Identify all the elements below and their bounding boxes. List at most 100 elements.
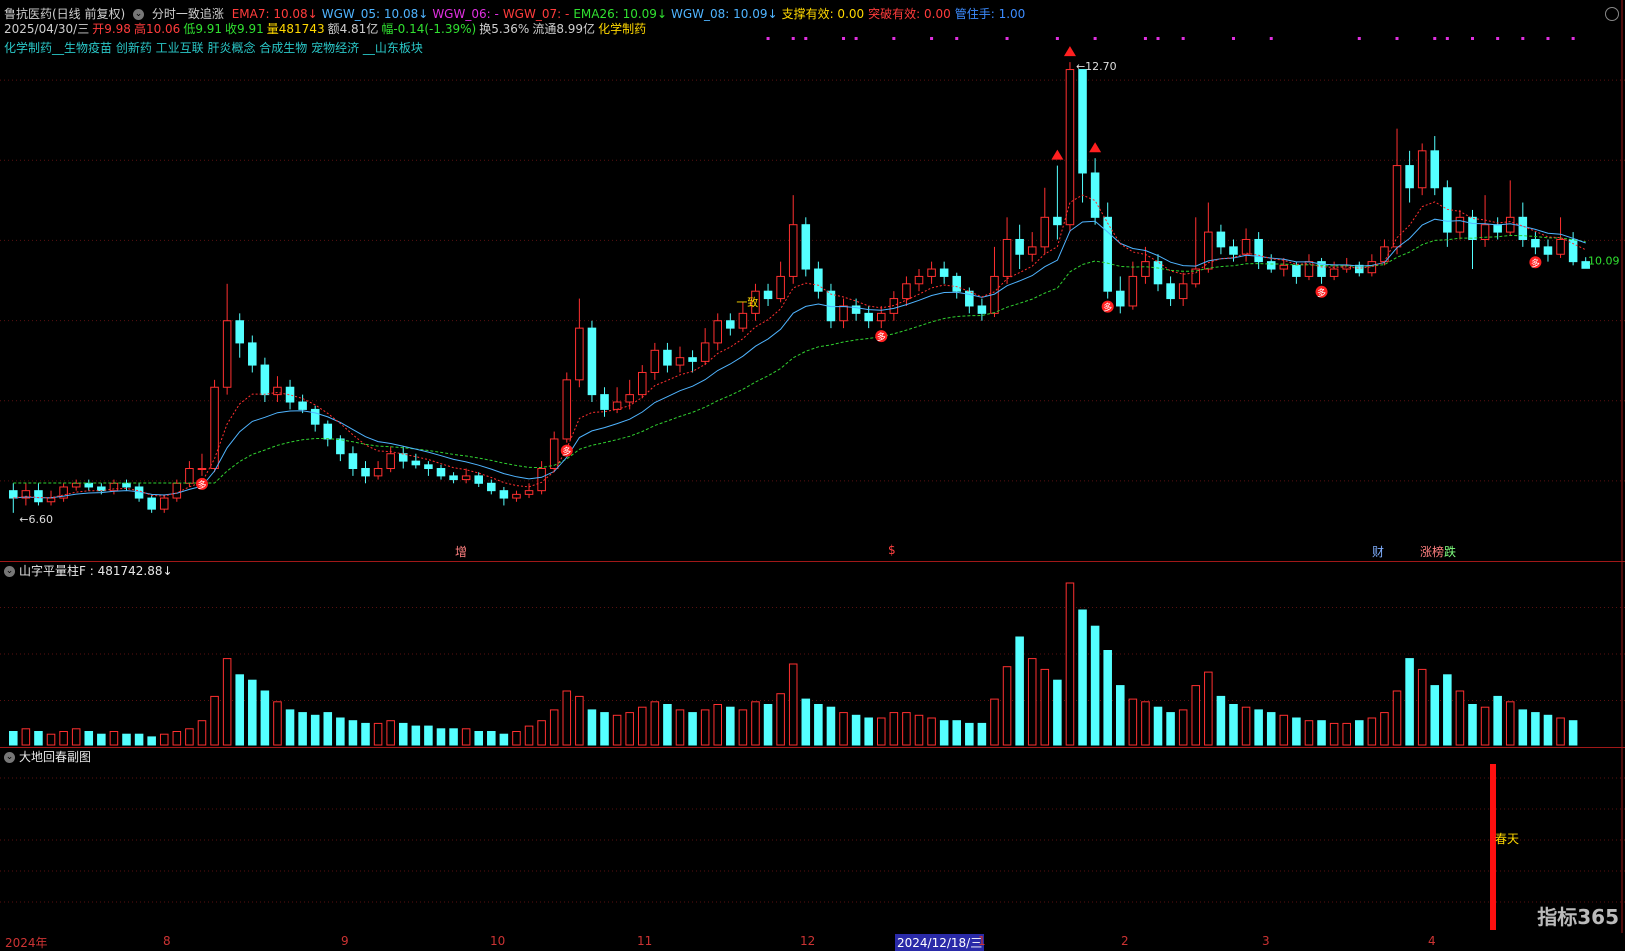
quote-field-8: 换5.36% bbox=[479, 22, 530, 36]
indicator-value-6: 支撑有效: 0.00 bbox=[781, 7, 865, 21]
volume-bar bbox=[1128, 698, 1138, 746]
volume-bar bbox=[298, 712, 307, 746]
candle-body bbox=[147, 497, 156, 510]
volume-bar bbox=[84, 731, 94, 746]
candle bbox=[1178, 272, 1188, 306]
formula-name[interactable]: 分时一致追涨 bbox=[152, 7, 224, 21]
candle bbox=[1355, 261, 1364, 277]
candle-body bbox=[1266, 261, 1276, 270]
signal-dot bbox=[1055, 37, 1059, 40]
candle-body bbox=[675, 357, 685, 366]
indicator-value-7: 突破有效: 0.00 bbox=[868, 7, 951, 21]
candle bbox=[248, 335, 257, 373]
volume-bar bbox=[159, 733, 169, 746]
candle-body bbox=[222, 320, 232, 388]
signal-dot bbox=[892, 37, 896, 40]
candle-body bbox=[1166, 283, 1175, 300]
volume-bar bbox=[1002, 666, 1012, 746]
time-tick-label: 10 bbox=[490, 934, 506, 948]
candle-body bbox=[1556, 238, 1565, 255]
candle bbox=[109, 479, 119, 495]
stock-name[interactable]: 鲁抗医药(日线 前复权) bbox=[4, 7, 125, 21]
volume-bar bbox=[1443, 674, 1452, 746]
chevron-circle-icon[interactable]: ⌄ bbox=[4, 752, 15, 763]
candle bbox=[1317, 257, 1326, 284]
candle-body bbox=[700, 342, 710, 362]
candle bbox=[373, 461, 383, 480]
candle bbox=[675, 346, 685, 373]
chevron-circle-icon[interactable]: ⌄ bbox=[133, 9, 145, 20]
candle-body bbox=[1405, 165, 1414, 189]
volume-bar bbox=[310, 714, 320, 746]
candle-body bbox=[1103, 216, 1112, 292]
candle-body bbox=[197, 468, 207, 471]
candle-body bbox=[1178, 283, 1188, 300]
event-label-2: 财 bbox=[1372, 545, 1385, 559]
candle-body bbox=[776, 275, 785, 300]
volume-bar bbox=[1493, 695, 1502, 746]
candle-body bbox=[927, 268, 936, 277]
candle bbox=[159, 494, 169, 513]
candle bbox=[575, 298, 584, 388]
candle bbox=[839, 298, 848, 329]
candle-body bbox=[902, 283, 911, 300]
candle-body bbox=[1417, 150, 1427, 189]
candle-body bbox=[235, 320, 244, 344]
candle-body bbox=[864, 312, 873, 322]
candle bbox=[939, 261, 949, 284]
candle-body bbox=[1128, 275, 1138, 307]
signal-dot bbox=[1470, 37, 1474, 40]
candle-body bbox=[310, 408, 320, 425]
candle-body bbox=[436, 468, 446, 477]
candle-body bbox=[1027, 246, 1037, 255]
candle bbox=[84, 479, 94, 491]
volume-chart bbox=[0, 561, 1625, 747]
candle bbox=[222, 283, 232, 395]
candle-body bbox=[663, 349, 672, 366]
candle-body bbox=[260, 364, 270, 396]
candle bbox=[34, 483, 43, 506]
sub-indicator-panel[interactable]: ⌄ 大地回春副图 春天 bbox=[0, 747, 1625, 934]
window-menu-icon[interactable] bbox=[1605, 7, 1619, 21]
candle-body bbox=[411, 460, 421, 466]
candle bbox=[801, 217, 811, 277]
volume-bar bbox=[1078, 609, 1087, 746]
candle bbox=[763, 283, 773, 306]
candle bbox=[876, 305, 886, 329]
candle-body bbox=[801, 224, 811, 270]
candle-body bbox=[1002, 238, 1012, 277]
candle-body bbox=[172, 482, 182, 499]
signal-dot bbox=[1496, 37, 1500, 40]
quote-field-10: 化学制药 bbox=[598, 22, 647, 36]
event-label-4: 跌 bbox=[1444, 545, 1457, 559]
chevron-circle-icon[interactable]: ⌄ bbox=[4, 566, 15, 577]
volume-bar bbox=[436, 728, 446, 746]
volume-bar bbox=[1103, 650, 1112, 746]
candle bbox=[965, 287, 974, 314]
volume-panel[interactable]: ⌄ 山字平量柱F : 481742.88↓ bbox=[0, 561, 1625, 748]
candle-body bbox=[1468, 216, 1477, 240]
volume-bar bbox=[927, 717, 936, 746]
candle bbox=[147, 494, 156, 513]
candlestick-chart[interactable]: ←6.60←12.7010.09多多多多多多一致 bbox=[0, 0, 1625, 561]
candle bbox=[361, 461, 370, 484]
volume-bar bbox=[1178, 709, 1188, 746]
volume-bar bbox=[97, 733, 106, 746]
candle-body bbox=[122, 482, 131, 488]
signal-dot bbox=[1269, 37, 1273, 40]
candle bbox=[562, 372, 572, 443]
candle bbox=[650, 342, 660, 380]
price-panel[interactable]: ←6.60 ←12.70 10.09 多多多多多多一致 鲁抗医药(日线 前复权) ⌄ … bbox=[0, 0, 1625, 562]
sub-indicator-chart bbox=[0, 747, 1625, 933]
candle-body bbox=[46, 497, 56, 503]
volume-bar bbox=[273, 701, 282, 746]
candle bbox=[487, 479, 496, 495]
quote-field-9: 流通8.99亿 bbox=[532, 22, 596, 36]
candle-body bbox=[1568, 238, 1578, 263]
volume-bar bbox=[46, 733, 56, 746]
volume-bar bbox=[449, 728, 458, 746]
candle-body bbox=[1015, 238, 1024, 255]
candle-body bbox=[977, 305, 987, 314]
spring-signal-label: 春天 bbox=[1495, 832, 1520, 846]
signal-dots bbox=[766, 37, 1575, 40]
